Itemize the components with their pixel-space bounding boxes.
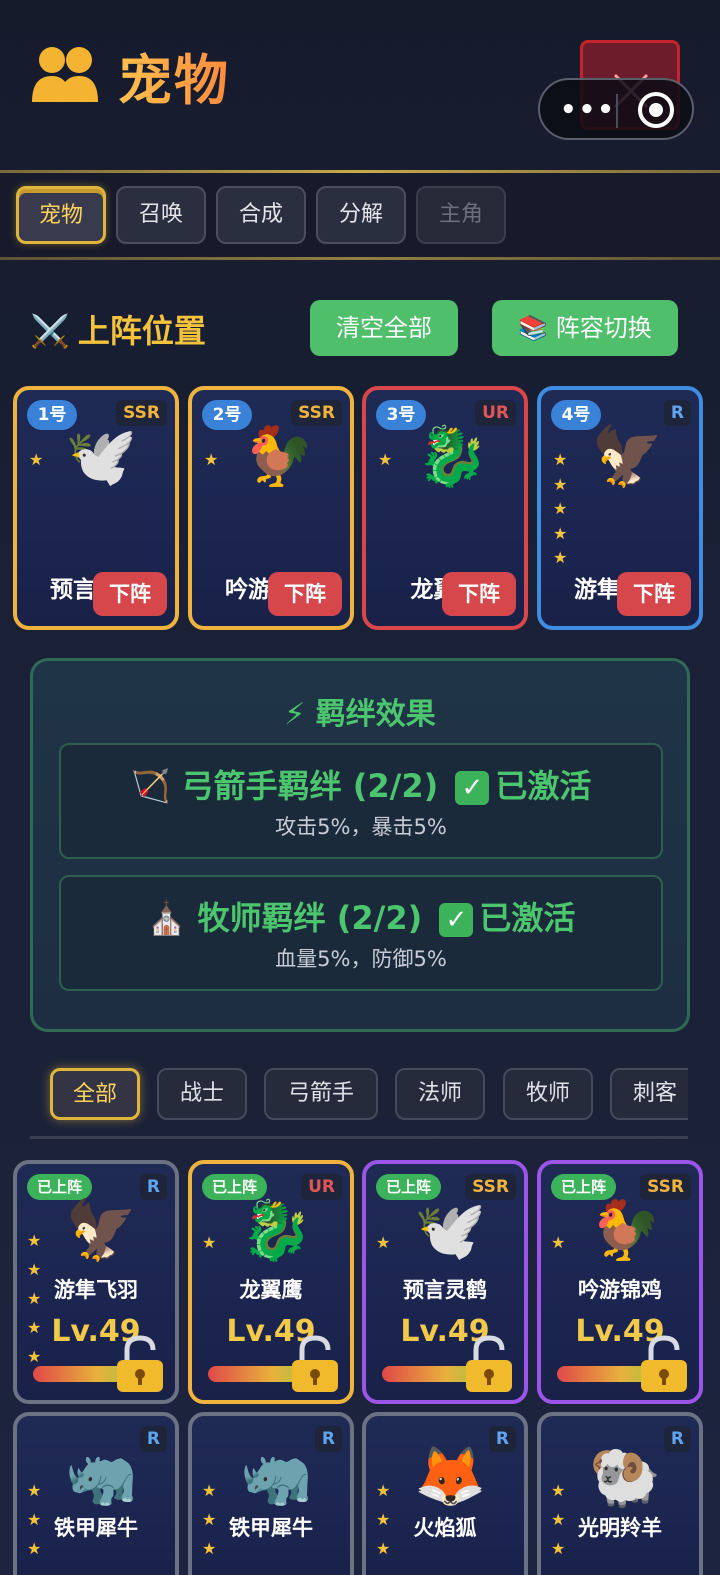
bond-title: ⚡ 羁绊效果 <box>284 697 436 732</box>
bond-name: 牧师羁绊 (2/2) <box>197 899 423 937</box>
star-rating: ★ <box>376 1233 391 1252</box>
pet-card[interactable]: 已上阵 R 🦅 ★ ★ ★ ★ ★ 游隼飞羽 Lv.49 <box>13 1160 179 1404</box>
bond-desc: 血量5%，防御5% <box>275 947 447 971</box>
page-title: 宠物 <box>118 36 230 115</box>
unload-button[interactable]: 下阵 <box>442 572 516 616</box>
church-icon: ⛪ <box>146 899 187 937</box>
pet-card[interactable]: R 🐏 ★ ★ ★ 光明羚羊 <box>537 1412 703 1575</box>
tab-pets[interactable]: 宠物 <box>16 186 106 244</box>
bond-effects-panel: ⚡ 羁绊效果 🏹 弓箭手羁绊 (2/2) ✓ 已激活 攻击5%，暴击5% ⛪ 牧师… <box>30 658 690 1032</box>
tab-synthesize[interactable]: 合成 <box>216 186 306 244</box>
unlock-icon[interactable] <box>637 1334 691 1394</box>
eagle-icon: 🦅 <box>591 422 664 490</box>
star-rating: ★ ★ ★ ★ ★ <box>553 450 568 567</box>
star-rating: ★ <box>29 450 44 469</box>
people-icon <box>32 47 98 102</box>
class-filter-bar: 全部 战士 弓箭手 法师 牧师 刺客 <box>30 1054 688 1140</box>
pet-name: 游隼飞羽 <box>54 1278 138 1302</box>
lineup-slot-1[interactable]: 1号 SSR 🕊️ ★ 预言灵鹤 下阵 <box>13 386 179 630</box>
pet-name: 龙翼鹰 <box>239 1278 303 1302</box>
bond-item-archer: 🏹 弓箭手羁绊 (2/2) ✓ 已激活 攻击5%，暴击5% <box>59 743 663 859</box>
pet-card[interactable]: 已上阵 UR 🐉 ★ 龙翼鹰 Lv.49 <box>188 1160 354 1404</box>
dragon-icon: 🐉 <box>240 1196 313 1264</box>
unlock-icon[interactable] <box>113 1334 167 1394</box>
bond-status: 已激活 <box>495 767 592 805</box>
lineup-title: ⚔️ 上阵位置 <box>30 312 206 350</box>
tab-summon[interactable]: 召唤 <box>116 186 206 244</box>
pet-name: 预言灵鹤 <box>403 1278 487 1302</box>
rooster-icon: 🐓 <box>589 1196 662 1264</box>
rarity-badge: R <box>488 1426 516 1452</box>
check-icon: ✓ <box>439 903 474 937</box>
pet-card[interactable]: R 🦏 ★ ★ ★ 铁甲犀牛 <box>13 1412 179 1575</box>
unload-button[interactable]: 下阵 <box>93 572 167 616</box>
filter-warrior[interactable]: 战士 <box>157 1068 247 1120</box>
bond-name: 弓箭手羁绊 (2/2) <box>181 767 439 805</box>
dove-icon: 🕊️ <box>65 422 138 490</box>
pet-name: 铁甲犀牛 <box>54 1516 138 1540</box>
dragon-icon: 🐉 <box>416 422 489 490</box>
filter-priest[interactable]: 牧师 <box>503 1068 593 1120</box>
pet-card[interactable]: R 🦏 ★ ★ ★ 铁甲犀牛 <box>188 1412 354 1575</box>
lineup-slot-4[interactable]: 4号 R 🦅 ★★★★★ 游隼飞羽 下阵 <box>537 386 703 630</box>
more-icon[interactable]: ••• <box>560 97 616 123</box>
clear-all-button[interactable]: 清空全部 <box>310 300 458 356</box>
dove-icon: 🕊️ <box>414 1196 487 1264</box>
rhino-icon: 🦏 <box>240 1442 313 1510</box>
mini-program-capsule: ••• <box>538 78 694 140</box>
lineup-slot-2[interactable]: 2号 SSR 🐓 ★ 吟游锦鸡 下阵 <box>188 386 354 630</box>
fox-icon: 🦊 <box>414 1442 487 1510</box>
pet-name: 火焰狐 <box>413 1516 477 1540</box>
pet-card[interactable]: 已上阵 SSR 🕊️ ★ 预言灵鹤 Lv.49 <box>362 1160 528 1404</box>
bow-icon: 🏹 <box>130 767 171 805</box>
filter-mage[interactable]: 法师 <box>395 1068 485 1120</box>
unload-button[interactable]: 下阵 <box>617 572 691 616</box>
exit-target-icon[interactable] <box>638 92 674 128</box>
pet-name: 铁甲犀牛 <box>229 1516 313 1540</box>
bond-desc: 攻击5%，暴击5% <box>275 815 447 839</box>
star-rating: ★ <box>551 1233 566 1252</box>
crossed-swords-icon: ⚔️ <box>30 312 70 350</box>
filter-archer[interactable]: 弓箭手 <box>264 1068 378 1120</box>
pet-name: 吟游锦鸡 <box>578 1278 662 1302</box>
check-icon: ✓ <box>455 771 490 805</box>
pet-name: 光明羚羊 <box>578 1516 662 1540</box>
ram-icon: 🐏 <box>589 1442 662 1510</box>
rarity-badge: R <box>663 1426 691 1452</box>
unlock-icon[interactable] <box>288 1334 342 1394</box>
star-rating: ★ <box>202 1233 217 1252</box>
page-header: 宠物 ••• <box>0 0 720 172</box>
star-rating: ★ <box>378 450 393 469</box>
pet-card[interactable]: 已上阵 SSR 🐓 ★ 吟游锦鸡 Lv.49 <box>537 1160 703 1404</box>
star-rating: ★ <box>204 450 219 469</box>
filter-assassin[interactable]: 刺客 <box>610 1068 688 1120</box>
rarity-badge: R <box>314 1426 342 1452</box>
rarity-badge: R <box>139 1174 167 1200</box>
pet-card[interactable]: R 🦊 ★ ★ ★ 火焰狐 <box>362 1412 528 1575</box>
rarity-badge: R <box>663 400 691 426</box>
bond-item-priest: ⛪ 牧师羁绊 (2/2) ✓ 已激活 血量5%，防御5% <box>59 875 663 991</box>
bond-status: 已激活 <box>479 899 576 937</box>
lineup-switch-button[interactable]: 📚 阵容切换 <box>492 300 678 356</box>
rooster-icon: 🐓 <box>242 422 315 490</box>
rhino-icon: 🦏 <box>65 1442 138 1510</box>
filter-all[interactable]: 全部 <box>50 1068 140 1120</box>
tab-decompose[interactable]: 分解 <box>316 186 406 244</box>
eagle-icon: 🦅 <box>65 1196 138 1264</box>
unlock-icon[interactable] <box>462 1334 516 1394</box>
lineup-slot-3[interactable]: 3号 UR 🐉 ★ 龙翼鹰 下阵 <box>362 386 528 630</box>
unload-button[interactable]: 下阵 <box>268 572 342 616</box>
rarity-badge: R <box>139 1426 167 1452</box>
tab-hero[interactable]: 主角 <box>416 186 506 244</box>
